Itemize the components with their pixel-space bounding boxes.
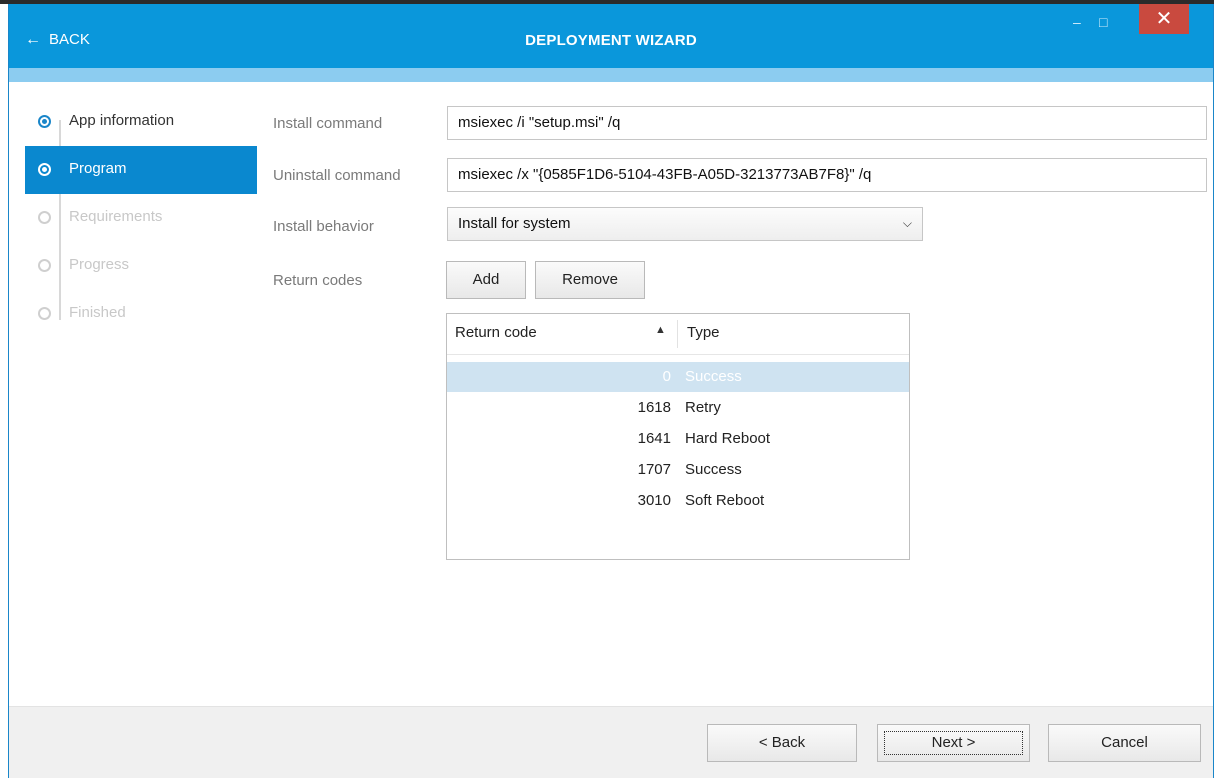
step-pending-icon — [38, 307, 51, 320]
install-command-input[interactable]: msiexec /i "setup.msi" /q — [447, 106, 1207, 140]
column-separator[interactable] — [677, 320, 678, 348]
step-requirements: Requirements — [25, 194, 257, 242]
add-return-code-button[interactable]: Add — [446, 261, 526, 299]
uninstall-command-input[interactable]: msiexec /x "{0585F1D6-5104-43FB-A05D-321… — [447, 158, 1207, 192]
step-label: Requirements — [69, 208, 163, 225]
return-code-cell: 0 — [662, 368, 671, 385]
step-label: Finished — [69, 304, 126, 321]
step-program[interactable]: Program — [25, 146, 257, 194]
table-row[interactable]: 3010 Soft Reboot — [447, 486, 909, 516]
return-type-cell: Soft Reboot — [685, 492, 765, 509]
step-label: Program — [69, 160, 127, 177]
maximize-icon[interactable]: □ — [1099, 14, 1107, 30]
install-behavior-value: Install for system — [458, 215, 571, 232]
back-button[interactable]: < Back — [707, 724, 857, 762]
return-type-cell: Success — [685, 461, 742, 478]
step-pending-icon — [38, 211, 51, 224]
remove-return-code-button[interactable]: Remove — [535, 261, 645, 299]
deployment-wizard-window: ← BACK DEPLOYMENT WIZARD – □ ✕ App inform… — [8, 4, 1214, 778]
return-code-cell: 3010 — [637, 492, 671, 509]
window-title: DEPLOYMENT WIZARD — [525, 32, 697, 49]
titlebar-top — [9, 4, 1213, 16]
step-label: App information — [69, 112, 175, 129]
step-label: Progress — [69, 256, 130, 273]
return-type-cell: Success — [685, 368, 742, 385]
table-row[interactable]: 1707 Success — [447, 455, 909, 485]
step-app-information[interactable]: App information — [25, 98, 257, 146]
return-code-cell: 1707 — [637, 461, 671, 478]
cancel-button[interactable]: Cancel — [1048, 724, 1201, 762]
step-active-icon — [38, 163, 51, 176]
list-header: Return code ▲ Type — [447, 314, 909, 355]
return-codes-list[interactable]: Return code ▲ Type 0 Success 1618 Retry … — [446, 313, 910, 560]
step-progress: Progress — [25, 242, 257, 290]
table-row[interactable]: 1618 Retry — [447, 393, 909, 423]
next-button[interactable]: Next > — [877, 724, 1030, 762]
close-button[interactable]: ✕ — [1139, 4, 1189, 34]
column-header-type[interactable]: Type — [687, 324, 720, 341]
sort-ascending-icon: ▲ — [655, 324, 666, 336]
column-header-return-code[interactable]: Return code — [455, 324, 537, 341]
table-row[interactable]: 1641 Hard Reboot — [447, 424, 909, 454]
uninstall-command-label: Uninstall command — [273, 167, 401, 184]
step-pending-icon — [38, 259, 51, 272]
return-codes-label: Return codes — [273, 272, 363, 289]
titlebar-accent-strip — [9, 68, 1213, 82]
return-type-cell: Retry — [685, 399, 721, 416]
minimize-icon[interactable]: – — [1073, 14, 1081, 30]
chevron-down-icon: ⌵ — [902, 216, 912, 230]
install-command-label: Install command — [273, 115, 383, 132]
table-row[interactable]: 0 Success — [447, 362, 909, 392]
return-code-cell: 1618 — [637, 399, 671, 416]
install-behavior-select[interactable]: Install for system ⌵ — [447, 207, 923, 241]
close-icon: ✕ — [1155, 8, 1173, 30]
wizard-footer: < Back Next > Cancel — [9, 706, 1213, 778]
return-type-cell: Hard Reboot — [685, 430, 771, 447]
focus-rectangle — [884, 731, 1023, 755]
step-done-icon — [38, 115, 51, 128]
titlebar: ← BACK DEPLOYMENT WIZARD — [9, 16, 1213, 68]
step-finished: Finished — [25, 290, 257, 338]
return-code-cell: 1641 — [637, 430, 671, 447]
install-behavior-label: Install behavior — [273, 218, 374, 235]
wizard-steps-sidebar: App information Program Requirements Pro… — [25, 98, 257, 338]
